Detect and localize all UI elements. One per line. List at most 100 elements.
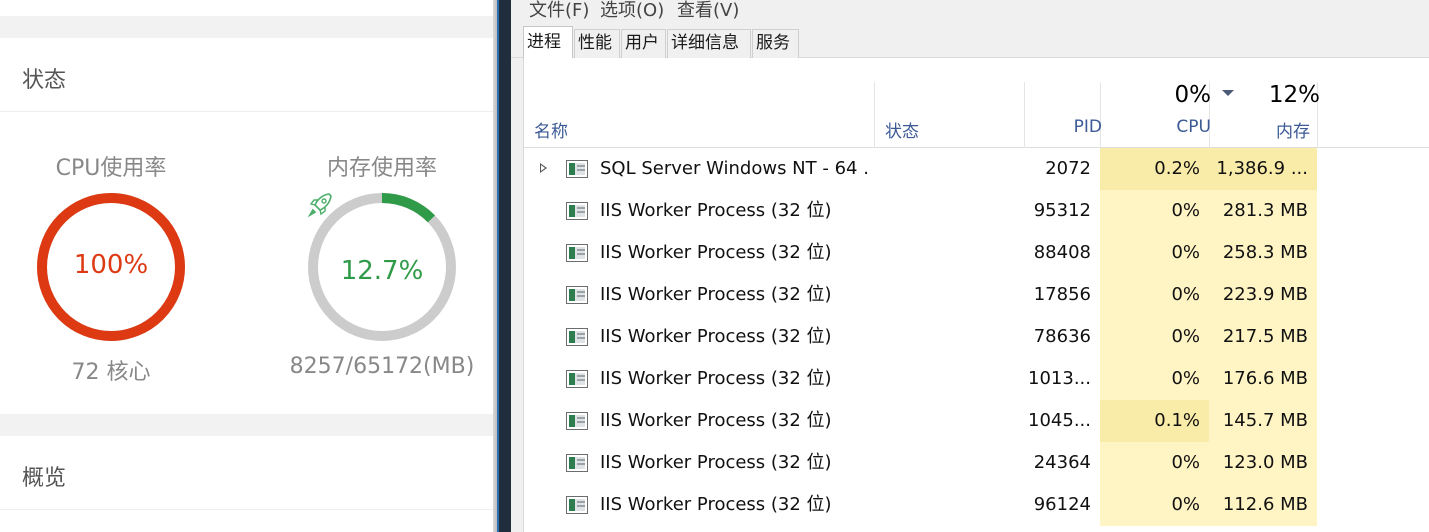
process-memory: 258.3 MB [1209, 232, 1317, 274]
memory-amount: 8257/65172(MB) [289, 354, 475, 379]
tab-users[interactable]: 用户 [621, 29, 666, 58]
memory-usage-gauge: 内存使用率 12.7% 8257/65172(MB) [290, 150, 475, 379]
process-cpu: 0.2% [1100, 148, 1209, 190]
process-pid: 1045... [1028, 410, 1091, 431]
column-separator[interactable] [874, 82, 875, 148]
process-row[interactable]: IIS Worker Process (32 位) 95312 0% 281.3 MB [524, 190, 1429, 232]
process-name: IIS Worker Process (32 位) [600, 326, 832, 347]
task-manager-window: 文件(F) 选项(O) 查看(V) 进程 性能 用户 详细信息 服务 名称 状态… [511, 0, 1429, 532]
column-status[interactable]: 状态 [885, 117, 919, 142]
status-divider [0, 111, 497, 112]
process-window-icon [566, 286, 588, 304]
process-row[interactable]: IIS Worker Process (32 位) 96124 0% 112.6 MB [524, 484, 1429, 526]
process-cpu: 0.1% [1100, 400, 1209, 442]
process-row[interactable]: IIS Worker Process (32 位) 17856 0% 223.9 MB [524, 274, 1429, 316]
process-row[interactable]: IIS Worker Process (32 位) 24364 0% 123.0 MB [524, 442, 1429, 484]
process-pid: 88408 [1033, 242, 1091, 263]
process-name: IIS Worker Process (32 位) [600, 410, 832, 431]
process-window-icon [566, 244, 588, 262]
memory-usage-value: 12.7% [340, 256, 424, 286]
process-window-icon [566, 496, 588, 514]
process-cpu: 0% [1100, 442, 1209, 484]
process-memory: 176.6 MB [1209, 358, 1317, 400]
process-memory: 1,386.9 ... [1209, 148, 1317, 190]
process-pid: 1013... [1028, 368, 1091, 389]
rocket-icon [307, 193, 332, 218]
overview-card: 概览 [0, 436, 497, 532]
column-header: 名称 状态 PID 0% CPU 12% 内存 [524, 58, 1429, 148]
process-cpu: 0% [1100, 358, 1209, 400]
column-name[interactable]: 名称 [534, 117, 568, 142]
process-name: IIS Worker Process (32 位) [600, 284, 832, 305]
process-pid: 2072 [1045, 158, 1091, 179]
process-name: IIS Worker Process (32 位) [600, 452, 832, 473]
process-cpu: 0% [1100, 316, 1209, 358]
process-window-icon [566, 202, 588, 220]
process-memory: 145.7 MB [1209, 400, 1317, 442]
process-row[interactable]: IIS Worker Process (32 位) 1045... 0.1% 145.… [524, 400, 1429, 442]
process-pid: 17856 [1033, 284, 1091, 305]
process-window-icon [566, 412, 588, 430]
status-card: 状态 CPU使用率 100% 72 核心 内存使用率 12.7% 8257/65… [0, 38, 497, 414]
menu-file[interactable]: 文件(F) [529, 0, 589, 22]
window-border [497, 0, 511, 532]
process-window-icon [566, 370, 588, 388]
process-memory: 217.5 MB [1209, 316, 1317, 358]
process-cpu: 0% [1100, 232, 1209, 274]
menu-view[interactable]: 查看(V) [677, 0, 739, 22]
tab-services[interactable]: 服务 [752, 29, 799, 58]
tab-performance[interactable]: 性能 [574, 29, 620, 58]
overview-title: 概览 [22, 466, 67, 491]
process-pid: 96124 [1033, 494, 1091, 515]
menu-bar: 文件(F) 选项(O) 查看(V) [511, 0, 1429, 24]
cpu-cores: 72 核心 [71, 360, 151, 385]
cpu-usage-gauge: CPU使用率 100% 72 核心 [21, 150, 201, 386]
process-memory: 223.9 MB [1209, 274, 1317, 316]
column-cpu[interactable]: CPU [1176, 117, 1211, 137]
process-window-icon [566, 454, 588, 472]
tab-bar: 进程 性能 用户 详细信息 服务 [511, 24, 1429, 59]
column-separator[interactable] [1024, 82, 1025, 148]
cpu-usage-label: CPU使用率 [55, 156, 167, 181]
cpu-usage-ring: 100% [34, 190, 188, 344]
sort-descending-icon [1222, 90, 1234, 96]
process-memory: 112.6 MB [1209, 484, 1317, 526]
process-name: IIS Worker Process (32 位) [600, 242, 832, 263]
process-cpu: 0% [1100, 484, 1209, 526]
process-row[interactable]: IIS Worker Process (32 位) 78636 0% 217.5 MB [524, 316, 1429, 358]
memory-total-percent[interactable]: 12% [1269, 82, 1320, 108]
tab-processes[interactable]: 进程 [523, 26, 573, 59]
process-row[interactable]: IIS Worker Process (32 位) 88408 0% 258.3 MB [524, 232, 1429, 274]
process-memory: 123.0 MB [1209, 442, 1317, 484]
column-pid[interactable]: PID [1074, 117, 1102, 137]
status-title: 状态 [22, 68, 67, 93]
cpu-total-percent[interactable]: 0% [1175, 82, 1212, 108]
process-cpu: 0% [1100, 190, 1209, 232]
process-window-icon [566, 160, 588, 178]
tab-details[interactable]: 详细信息 [667, 29, 751, 58]
process-name: IIS Worker Process (32 位) [600, 494, 832, 515]
process-window-icon [566, 328, 588, 346]
process-list: 名称 状态 PID 0% CPU 12% 内存 SQL Server Windo… [523, 58, 1429, 532]
process-rows: SQL Server Windows NT - 64 ... 2072 0.2% 1,… [524, 148, 1429, 526]
process-row[interactable]: SQL Server Windows NT - 64 ... 2072 0.2% 1,… [524, 148, 1429, 190]
expand-arrow-icon[interactable] [540, 163, 547, 173]
process-name: SQL Server Windows NT - 64 ... [600, 158, 870, 179]
process-memory: 281.3 MB [1209, 190, 1317, 232]
column-memory[interactable]: 内存 [1276, 117, 1310, 142]
cpu-usage-value: 100% [73, 250, 149, 280]
process-pid: 95312 [1033, 200, 1091, 221]
column-separator[interactable] [1100, 82, 1101, 148]
top-card [0, 0, 497, 16]
process-name: IIS Worker Process (32 位) [600, 200, 832, 221]
overview-divider [0, 509, 497, 510]
memory-usage-label: 内存使用率 [326, 156, 437, 181]
process-pid: 78636 [1033, 326, 1091, 347]
dashboard-panel: 状态 CPU使用率 100% 72 核心 内存使用率 12.7% 8257/65… [0, 0, 497, 532]
process-name: IIS Worker Process (32 位) [600, 368, 832, 389]
memory-usage-ring: 12.7% [305, 190, 459, 344]
menu-options[interactable]: 选项(O) [600, 0, 664, 22]
process-cpu: 0% [1100, 274, 1209, 316]
process-pid: 24364 [1033, 452, 1091, 473]
process-row[interactable]: IIS Worker Process (32 位) 1013... 0% 176.6 … [524, 358, 1429, 400]
